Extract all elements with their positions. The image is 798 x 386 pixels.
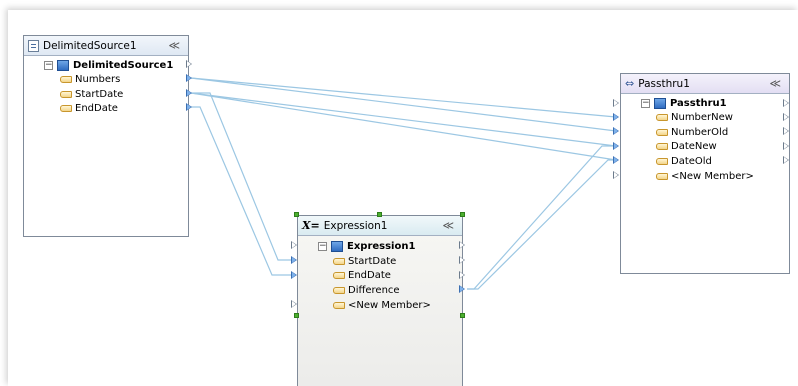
field-label: EndDate <box>348 270 391 281</box>
field-row[interactable]: NumberNew <box>656 110 733 125</box>
entity-row[interactable]: − DelimitedSource1 <box>44 58 173 73</box>
entity-label: DelimitedSource1 <box>73 60 174 71</box>
collapse-icon[interactable]: ≪ <box>168 39 180 52</box>
field-row[interactable]: EndDate <box>60 101 118 116</box>
field-label: Numbers <box>75 74 121 85</box>
field-row[interactable]: StartDate <box>333 254 396 269</box>
resize-handle[interactable] <box>294 313 299 318</box>
output-port[interactable] <box>459 285 465 293</box>
input-port[interactable] <box>613 156 619 164</box>
field-icon <box>656 114 668 121</box>
node-title: DelimitedSource1 <box>43 39 137 52</box>
field-row[interactable]: DateOld <box>656 154 712 169</box>
field-label: NumberNew <box>671 112 733 123</box>
resize-handle[interactable] <box>460 313 465 318</box>
input-port[interactable] <box>613 113 619 121</box>
field-label: StartDate <box>75 89 124 100</box>
field-icon <box>656 129 668 136</box>
field-label: DateNew <box>671 141 717 152</box>
input-port[interactable] <box>291 241 297 249</box>
collapse-icon[interactable]: ≪ <box>442 219 454 232</box>
field-row[interactable]: <New Member> <box>656 169 754 184</box>
resize-handle[interactable] <box>460 212 465 217</box>
resize-handle[interactable] <box>294 212 299 217</box>
output-port[interactable] <box>783 113 789 121</box>
field-icon <box>60 105 72 112</box>
field-row[interactable]: EndDate <box>333 268 391 283</box>
field-label: Difference <box>348 285 400 296</box>
entity-label: Expression1 <box>347 241 416 252</box>
entity-label: Passthru1 <box>670 98 727 109</box>
output-port[interactable] <box>459 256 465 264</box>
output-port[interactable] <box>186 89 192 97</box>
input-port[interactable] <box>291 256 297 264</box>
entity-icon <box>331 241 343 252</box>
field-icon <box>60 91 72 98</box>
collapse-tree-icon[interactable]: − <box>641 99 650 108</box>
output-port[interactable] <box>186 103 192 111</box>
field-row[interactable]: NumberOld <box>656 125 728 140</box>
output-port[interactable] <box>186 74 192 82</box>
entity-row[interactable]: − Expression1 <box>318 239 415 254</box>
node-title: Expression1 <box>323 219 388 232</box>
collapse-icon[interactable]: ≪ <box>769 77 781 90</box>
collapse-tree-icon[interactable]: − <box>44 61 53 70</box>
field-label: StartDate <box>348 256 397 267</box>
field-label: NumberOld <box>671 127 729 138</box>
node-title: Passthru1 <box>638 77 690 90</box>
source-file-icon <box>28 39 39 52</box>
node-header[interactable]: X= Expression1 ≪ <box>298 216 462 236</box>
field-row[interactable]: <New Member> <box>333 298 431 313</box>
input-port[interactable] <box>613 142 619 150</box>
collapse-tree-icon[interactable]: − <box>318 242 327 251</box>
node-header[interactable]: DelimitedSource1 ≪ <box>24 36 188 56</box>
field-icon <box>333 258 345 265</box>
passthru-icon: ⇔ <box>625 77 635 90</box>
input-port[interactable] <box>613 171 619 179</box>
field-icon <box>60 76 72 83</box>
field-icon <box>333 287 345 294</box>
input-port[interactable] <box>613 99 619 107</box>
field-label: DateOld <box>671 156 712 167</box>
input-port[interactable] <box>291 300 297 308</box>
output-port[interactable] <box>783 99 789 107</box>
field-row[interactable]: DateNew <box>656 139 717 154</box>
output-port[interactable] <box>186 60 192 68</box>
input-port[interactable] <box>291 271 297 279</box>
field-icon <box>656 158 668 165</box>
field-row[interactable]: Difference <box>333 283 400 298</box>
resize-handle[interactable] <box>377 212 382 217</box>
output-port[interactable] <box>783 156 789 164</box>
field-label: EndDate <box>75 103 118 114</box>
expression-node[interactable]: X= Expression1 ≪ − Expression1 StartDate… <box>297 215 463 386</box>
input-port[interactable] <box>613 127 619 135</box>
field-icon <box>656 143 668 150</box>
output-port[interactable] <box>459 241 465 249</box>
field-icon <box>656 173 668 180</box>
output-port[interactable] <box>783 142 789 150</box>
field-row[interactable]: Numbers <box>60 72 120 87</box>
entity-icon <box>654 98 666 109</box>
field-icon <box>333 272 345 279</box>
delimited-source-node[interactable]: DelimitedSource1 ≪ − DelimitedSource1 Nu… <box>23 35 189 237</box>
output-port[interactable] <box>459 271 465 279</box>
field-label: <New Member> <box>671 171 754 182</box>
passthru-node[interactable]: ⇔ Passthru1 ≪ − Passthru1 NumberNew Numb… <box>620 73 790 274</box>
entity-row[interactable]: − Passthru1 <box>641 96 727 111</box>
expression-icon: X= <box>302 219 320 232</box>
field-icon <box>333 302 345 309</box>
entity-icon <box>57 60 69 71</box>
node-header[interactable]: ⇔ Passthru1 ≪ <box>621 74 789 94</box>
field-row[interactable]: StartDate <box>60 87 123 102</box>
field-label: <New Member> <box>348 300 431 311</box>
output-port[interactable] <box>783 127 789 135</box>
